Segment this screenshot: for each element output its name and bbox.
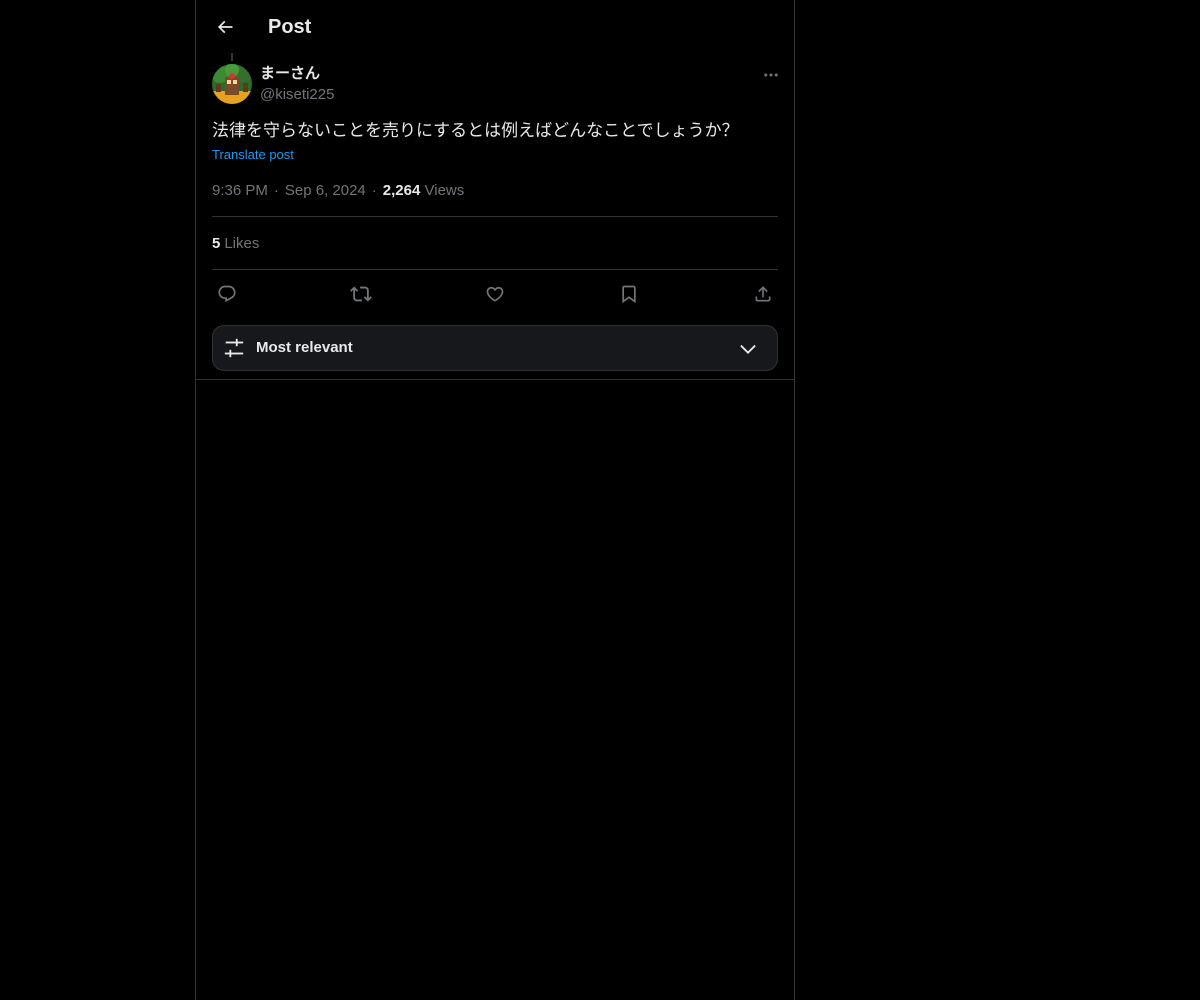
- likes-link[interactable]: 5 Likes: [212, 234, 259, 254]
- bookmark-icon: [619, 284, 639, 304]
- repost-icon: [350, 283, 372, 305]
- reply-button[interactable]: [214, 281, 240, 307]
- back-arrow-icon: [215, 17, 235, 37]
- back-button[interactable]: [209, 11, 241, 43]
- section-divider: [196, 379, 794, 380]
- sliders-icon: [223, 337, 245, 359]
- avatar[interactable]: [212, 64, 252, 104]
- post-date[interactable]: Sep 6, 2024: [285, 182, 366, 199]
- divider: [212, 269, 778, 270]
- likes-label: Likes: [224, 235, 260, 252]
- more-options-button[interactable]: [758, 62, 784, 88]
- share-button[interactable]: [750, 281, 776, 307]
- post-text: 法律を守らないことを売りにするとは例えばどんなことでしょうか？: [212, 121, 739, 140]
- repost-button[interactable]: [348, 281, 374, 307]
- separator-dot: ·: [371, 182, 377, 199]
- post-time[interactable]: 9:36 PM: [212, 182, 268, 199]
- translate-post-link[interactable]: Translate post: [212, 146, 294, 164]
- main-column: Post まーさん @kiseti225 法律を守らないことを売りにするとは例え…: [195, 0, 795, 1000]
- more-horizontal-icon: [762, 66, 780, 84]
- bookmark-button[interactable]: [616, 281, 642, 307]
- post-metadata: 9:36 PM · Sep 6, 2024 · 2,264 Views: [212, 181, 464, 201]
- heart-icon: [485, 284, 505, 304]
- share-icon: [753, 284, 773, 304]
- likes-count: 5: [212, 235, 221, 252]
- top-bar: Post: [196, 0, 794, 53]
- chevron-down-icon: [737, 338, 759, 360]
- separator-dot: ·: [273, 182, 279, 199]
- reply-sort-dropdown[interactable]: Most relevant: [212, 325, 778, 371]
- author-handle[interactable]: @kiseti225: [260, 85, 334, 105]
- thread-connector-line: [231, 53, 233, 61]
- author-display-name[interactable]: まーさん: [260, 64, 320, 84]
- views-label: Views: [424, 182, 465, 199]
- views-count: 2,264: [382, 182, 421, 199]
- sort-label: Most relevant: [256, 339, 353, 356]
- divider: [212, 216, 778, 217]
- reply-icon: [217, 284, 237, 304]
- page-title: Post: [268, 16, 312, 38]
- like-button[interactable]: [482, 281, 508, 307]
